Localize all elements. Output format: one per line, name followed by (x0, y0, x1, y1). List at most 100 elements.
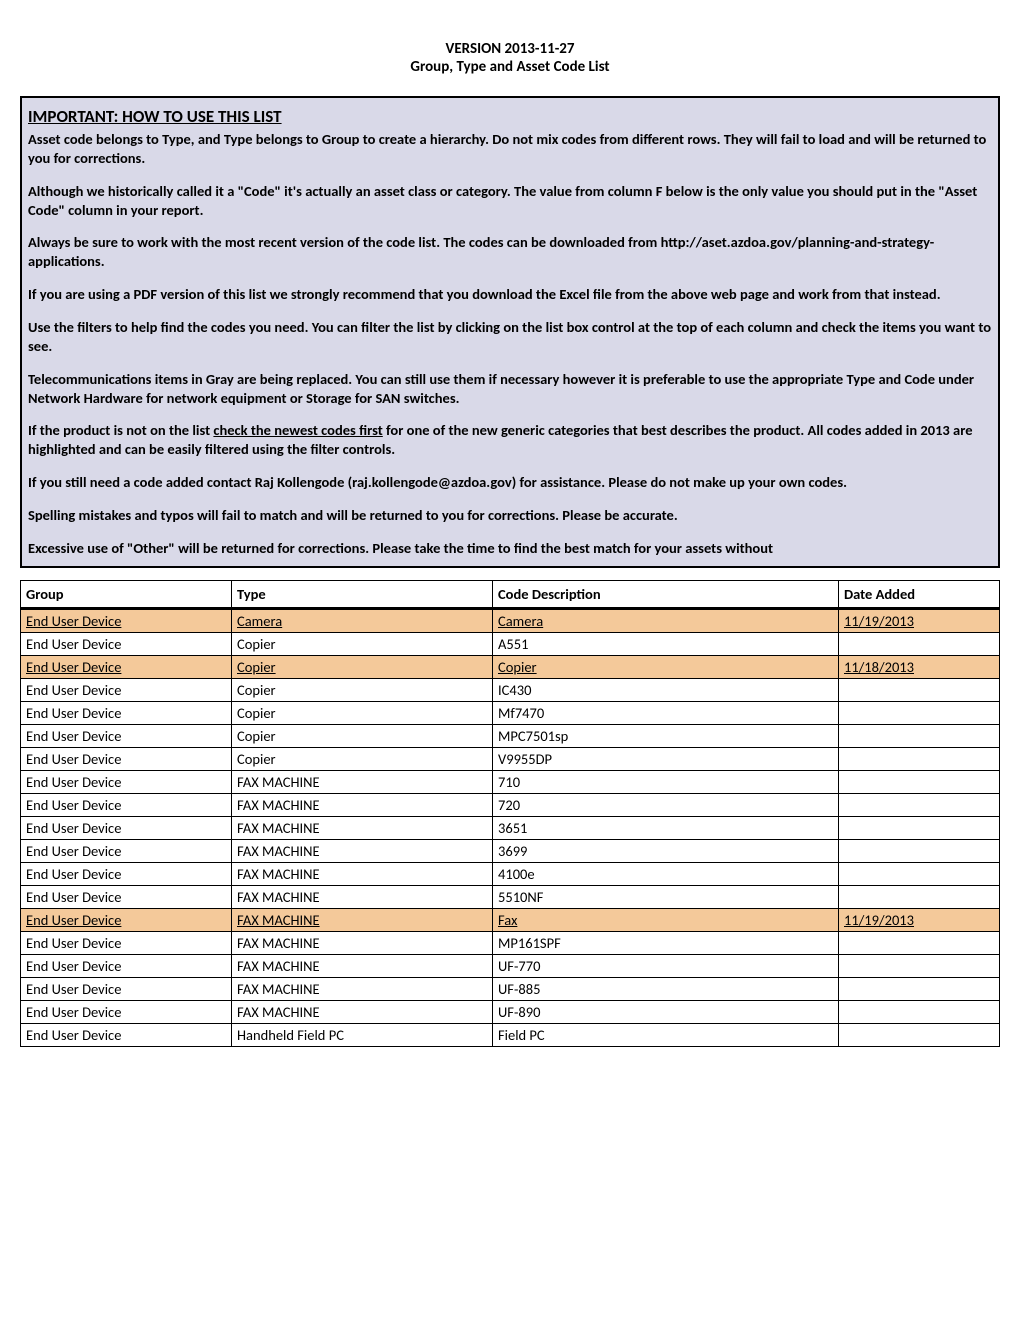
table-row: End User DeviceCopierV9955DP (21, 747, 1000, 770)
cell-desc: MPC7501sp (493, 724, 839, 747)
cell-desc: UF-890 (493, 1000, 839, 1023)
cell-desc: MP161SPF (493, 931, 839, 954)
cell-desc: Fax (493, 908, 839, 931)
cell-group: End User Device (21, 839, 232, 862)
info-paragraph: Always be sure to work with the most rec… (28, 233, 992, 271)
cell-group: End User Device (21, 678, 232, 701)
cell-type: FAX MACHINE (232, 839, 493, 862)
cell-desc: IC430 (493, 678, 839, 701)
cell-type: Copier (232, 678, 493, 701)
cell-type: Copier (232, 632, 493, 655)
cell-date (839, 885, 1000, 908)
cell-desc: 5510NF (493, 885, 839, 908)
table-row: End User DeviceFAX MACHINEUF-770 (21, 954, 1000, 977)
info-paragraph: If the product is not on the list check … (28, 421, 992, 459)
cell-desc: 710 (493, 770, 839, 793)
col-header-group[interactable]: Group (21, 580, 232, 608)
cell-type: FAX MACHINE (232, 770, 493, 793)
cell-desc: Field PC (493, 1023, 839, 1046)
cell-date (839, 954, 1000, 977)
cell-desc: Camera (493, 608, 839, 632)
cell-type: FAX MACHINE (232, 885, 493, 908)
table-row: End User DeviceFAX MACHINEFax11/19/2013 (21, 908, 1000, 931)
cell-date (839, 977, 1000, 1000)
col-header-type[interactable]: Type (232, 580, 493, 608)
table-row: End User DeviceFAX MACHINEUF-890 (21, 1000, 1000, 1023)
cell-type: FAX MACHINE (232, 954, 493, 977)
cell-group: End User Device (21, 1023, 232, 1046)
cell-type: Copier (232, 747, 493, 770)
cell-group: End User Device (21, 701, 232, 724)
cell-type: Copier (232, 701, 493, 724)
cell-date (839, 678, 1000, 701)
cell-group: End User Device (21, 770, 232, 793)
table-row: End User DeviceFAX MACHINEMP161SPF (21, 931, 1000, 954)
cell-group: End User Device (21, 862, 232, 885)
cell-type: FAX MACHINE (232, 931, 493, 954)
cell-desc: 3699 (493, 839, 839, 862)
cell-group: End User Device (21, 608, 232, 632)
cell-type: FAX MACHINE (232, 908, 493, 931)
cell-type: Handheld Field PC (232, 1023, 493, 1046)
table-header-row: Group Type Code Description Date Added (21, 580, 1000, 608)
cell-type: FAX MACHINE (232, 977, 493, 1000)
codes-table: Group Type Code Description Date Added E… (20, 580, 1000, 1047)
cell-group: End User Device (21, 793, 232, 816)
col-header-date[interactable]: Date Added (839, 580, 1000, 608)
cell-group: End User Device (21, 931, 232, 954)
cell-date (839, 793, 1000, 816)
cell-date (839, 632, 1000, 655)
important-box: IMPORTANT: HOW TO USE THIS LIST Asset co… (20, 96, 1000, 568)
table-body: End User DeviceCameraCamera11/19/2013End… (21, 608, 1000, 1046)
cell-date (839, 1023, 1000, 1046)
cell-group: End User Device (21, 724, 232, 747)
cell-type: FAX MACHINE (232, 793, 493, 816)
cell-type: FAX MACHINE (232, 862, 493, 885)
cell-type: Copier (232, 724, 493, 747)
info-paragraph: Excessive use of "Other" will be returne… (28, 539, 992, 558)
info-paragraph: If you still need a code added contact R… (28, 473, 992, 492)
cell-group: End User Device (21, 655, 232, 678)
table-row: End User DeviceFAX MACHINE3699 (21, 839, 1000, 862)
title-line: Group, Type and Asset Code List (20, 58, 1000, 76)
cell-date (839, 1000, 1000, 1023)
cell-date (839, 701, 1000, 724)
table-row: End User DeviceFAX MACHINE3651 (21, 816, 1000, 839)
table-row: End User DeviceCopierA551 (21, 632, 1000, 655)
cell-group: End User Device (21, 908, 232, 931)
table-row: End User DeviceFAX MACHINE710 (21, 770, 1000, 793)
cell-type: Copier (232, 655, 493, 678)
cell-desc: 3651 (493, 816, 839, 839)
cell-group: End User Device (21, 632, 232, 655)
cell-desc: Mf7470 (493, 701, 839, 724)
info-paragraph: Telecommunications items in Gray are bei… (28, 370, 992, 408)
info-paragraph: Although we historically called it a "Co… (28, 182, 992, 220)
cell-type: FAX MACHINE (232, 1000, 493, 1023)
table-row: End User DeviceFAX MACHINE4100e (21, 862, 1000, 885)
col-header-desc[interactable]: Code Description (493, 580, 839, 608)
cell-date (839, 724, 1000, 747)
cell-date (839, 839, 1000, 862)
cell-group: End User Device (21, 1000, 232, 1023)
cell-group: End User Device (21, 977, 232, 1000)
cell-date (839, 862, 1000, 885)
info-paragraph: Use the filters to help find the codes y… (28, 318, 992, 356)
cell-group: End User Device (21, 954, 232, 977)
cell-date: 11/19/2013 (839, 908, 1000, 931)
cell-date (839, 747, 1000, 770)
cell-group: End User Device (21, 747, 232, 770)
table-row: End User DeviceCopierMf7470 (21, 701, 1000, 724)
cell-desc: UF-770 (493, 954, 839, 977)
table-row: End User DeviceHandheld Field PCField PC (21, 1023, 1000, 1046)
cell-desc: A551 (493, 632, 839, 655)
cell-type: Camera (232, 608, 493, 632)
cell-group: End User Device (21, 885, 232, 908)
table-row: End User DeviceFAX MACHINE5510NF (21, 885, 1000, 908)
cell-date (839, 816, 1000, 839)
important-title: IMPORTANT: HOW TO USE THIS LIST (28, 106, 992, 128)
version-line: VERSION 2013-11-27 (20, 40, 1000, 58)
table-row: End User DeviceFAX MACHINEUF-885 (21, 977, 1000, 1000)
table-row: End User DeviceFAX MACHINE720 (21, 793, 1000, 816)
cell-date (839, 931, 1000, 954)
table-row: End User DeviceCopierCopier11/18/2013 (21, 655, 1000, 678)
